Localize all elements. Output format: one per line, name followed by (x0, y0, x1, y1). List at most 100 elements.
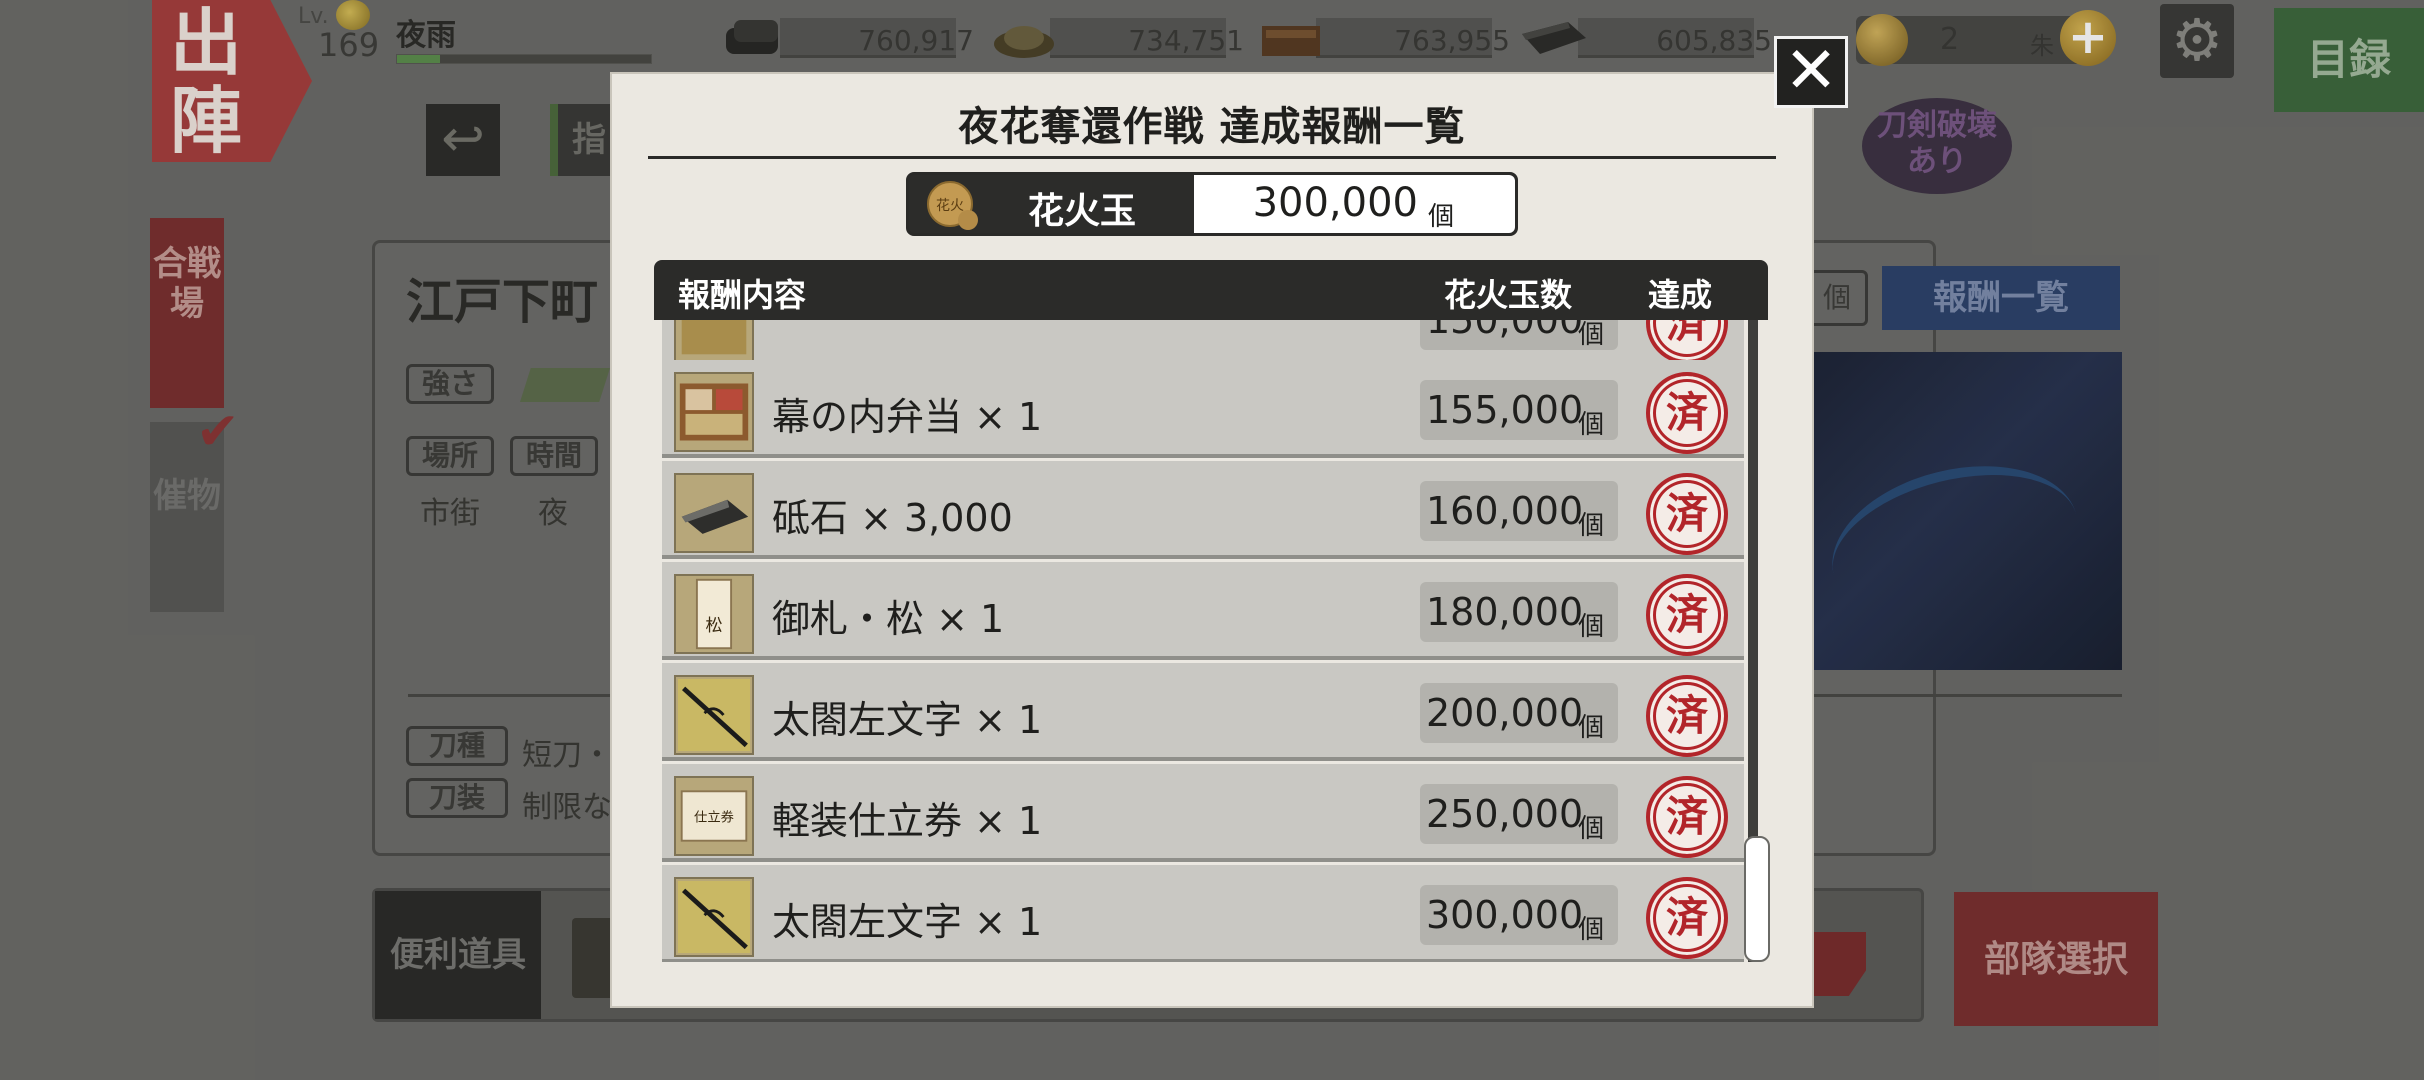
sword-type-tag: 刀種 (406, 726, 508, 766)
sword-break-line1: 刀剣破壊 (1877, 108, 1997, 143)
place-value: 市街 (420, 496, 480, 531)
resource-value: 734,751 (1128, 24, 1244, 57)
required-count: 160,000 (1426, 489, 1584, 533)
sword-equip-tag: 刀装 (406, 778, 508, 818)
resource-charcoal: 760,917 (720, 10, 980, 62)
back-arrow-icon: ↩ (441, 109, 485, 169)
sword-type-value: 短刀・ (522, 738, 612, 773)
ticket-icon: 仕立券 (674, 776, 754, 856)
list-header (654, 260, 1768, 320)
sortie-banner-top: 出 (170, 0, 243, 85)
scroll-icon (674, 320, 754, 362)
resource-value: 605,835 (1656, 24, 1772, 57)
required-count: 250,000 (1426, 792, 1584, 836)
strength-tag: 強さ (406, 364, 494, 404)
header-achieved: 達成 (1648, 276, 1713, 314)
whetstone-icon (674, 473, 754, 553)
title-divider (648, 156, 1776, 159)
header-reward: 報酬内容 (678, 276, 807, 314)
small-tab[interactable]: 個 (1806, 270, 1868, 326)
sword-break-line2: あり (1907, 144, 1967, 179)
achieved-stamp-icon: 済 (1646, 675, 1728, 757)
settings-button[interactable]: ⚙ (2160, 4, 2234, 78)
charm-icon: 松 (674, 574, 754, 654)
modal-title: 夜花奪還作戦 達成報酬一覧 (958, 103, 1466, 150)
svg-text:仕立券: 仕立券 (694, 810, 734, 826)
time-value: 夜 (538, 496, 568, 531)
sword-icon (674, 675, 754, 755)
reward-name: 幕の内弁当 × 1 (772, 395, 1043, 439)
reward-name: 砥石 × 3,000 (772, 496, 1013, 540)
header-count: 花火玉数 (1444, 276, 1573, 314)
reward-row: 幕の内弁当 × 1 155,000 個 済 (662, 360, 1744, 458)
charcoal-icon (726, 20, 778, 54)
resource-coolant: 763,955 (1256, 10, 1516, 62)
reward-name: 太閤左文字 × 1 (772, 698, 1043, 742)
tools-label: 便利道具 (375, 891, 541, 1019)
resource-steel: 734,751 (990, 10, 1250, 62)
bento-icon (674, 372, 754, 452)
required-count: 155,000 (1426, 388, 1584, 432)
gear-icon: ⚙ (2171, 6, 2223, 74)
count-unit: 個 (1578, 320, 1605, 350)
back-button[interactable]: ↩ (426, 104, 500, 176)
koban-value: 2 (1940, 22, 1960, 57)
reward-name: 軽装仕立券 × 1 (772, 799, 1043, 843)
player-name: 夜雨 (396, 18, 456, 53)
firework-ball-icon: 花火 (927, 181, 978, 230)
required-count: 180,000 (1426, 590, 1584, 634)
resource-value: 760,917 (858, 24, 974, 57)
tab-battlefield[interactable]: 合戦場 (150, 218, 224, 408)
achieved-stamp-icon: 済 (1646, 473, 1728, 555)
koban-coin-icon (1856, 14, 1908, 66)
reward-list[interactable]: 150,000 個済幕の内弁当 × 1 155,000 個済砥石 × 3,000 160… (654, 320, 1768, 962)
count-unit: 個 (1578, 511, 1605, 541)
strength-bar (520, 368, 610, 402)
count-unit: 個 (1578, 612, 1605, 642)
currency-value: 300,000 (1252, 180, 1418, 226)
steel-icon (994, 26, 1054, 58)
count-unit: 個 (1578, 713, 1605, 743)
achieved-stamp-icon: 済 (1646, 320, 1728, 364)
whetstone-icon (1522, 22, 1586, 54)
sortie-banner[interactable]: 出 陣 (152, 0, 312, 162)
currency-unit: 個 (1428, 202, 1455, 232)
reward-list-button[interactable]: 報酬一覧 (1882, 266, 2120, 330)
count-unit: 個 (1578, 410, 1605, 440)
koban-unit: 朱 (2030, 32, 2054, 60)
reward-row: 砥石 × 3,000 160,000 個 済 (662, 461, 1744, 559)
reward-name: 御札・松 × 1 (772, 597, 1005, 641)
count-unit: 個 (1578, 814, 1605, 844)
add-koban-button[interactable]: + (2060, 10, 2116, 66)
close-icon: ✕ (1784, 34, 1838, 108)
reward-name: 太閤左文字 × 1 (772, 900, 1043, 944)
currency-label: 花火玉 (1028, 190, 1137, 232)
scrollbar-thumb[interactable] (1744, 836, 1770, 962)
xp-bar-fill (397, 55, 441, 63)
achieved-stamp-icon: 済 (1646, 574, 1728, 656)
reward-row: 太閤左文字 × 1 300,000 個 済 (662, 865, 1744, 962)
squad-select-button[interactable]: 部隊選択 (1954, 892, 2158, 1026)
resource-value: 763,955 (1394, 24, 1510, 57)
count-unit: 個 (1578, 915, 1605, 945)
required-count: 150,000 (1426, 320, 1584, 342)
catalog-button[interactable]: 目録 (2274, 8, 2424, 112)
place-tag: 場所 (406, 436, 494, 476)
achieved-stamp-icon: 済 (1646, 372, 1728, 454)
required-count: 300,000 (1426, 893, 1584, 937)
sword-break-badge: 刀剣破壊 あり (1862, 98, 2012, 194)
map-title: 江戸下町 (406, 274, 599, 330)
achieved-stamp-icon: 済 (1646, 877, 1728, 959)
svg-text:花火: 花火 (936, 198, 964, 214)
reward-row: 仕立券 軽装仕立券 × 1 250,000 個 済 (662, 764, 1744, 862)
time-tag: 時間 (510, 436, 598, 476)
resource-whetstone: 605,835 (1518, 10, 1778, 62)
checkmark-icon: ✔ (196, 402, 240, 462)
sword-icon (674, 877, 754, 957)
player-level: 169 (318, 26, 380, 64)
close-button[interactable]: ✕ (1774, 36, 1848, 108)
reward-row: 太閤左文字 × 1 200,000 個 済 (662, 663, 1744, 761)
xp-bar (396, 54, 652, 64)
reward-row: 松 御札・松 × 1 180,000 個 済 (662, 562, 1744, 660)
coolant-icon (1262, 26, 1320, 56)
